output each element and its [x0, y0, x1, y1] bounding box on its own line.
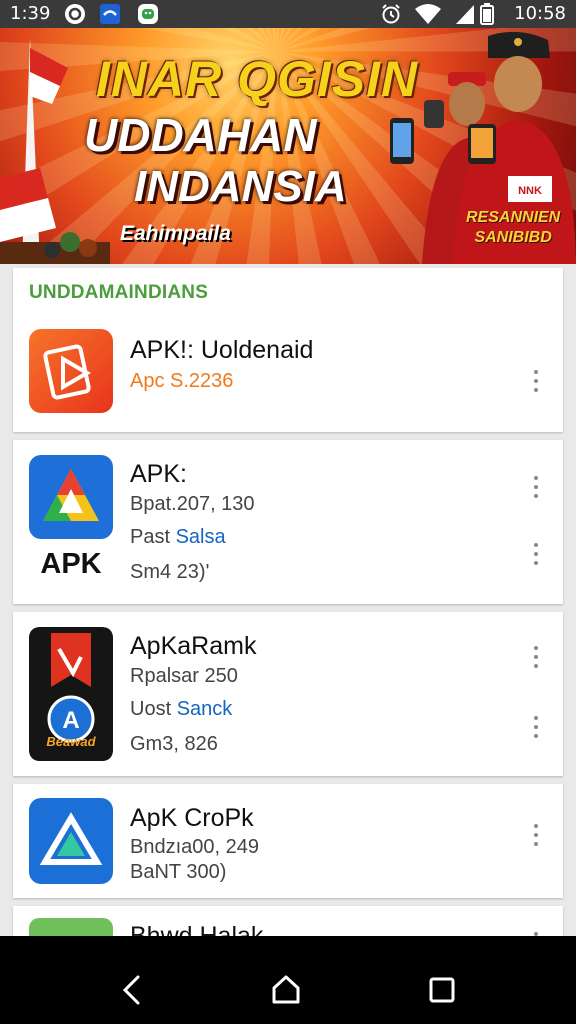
banner-side-line-2: SANIBIBD: [474, 229, 552, 246]
status-clock-right: 10:58: [514, 3, 566, 24]
back-icon[interactable]: [118, 974, 146, 1006]
more-options-icon[interactable]: [533, 716, 539, 740]
blue-triangle-icon: [29, 798, 113, 884]
navigation-bar: [0, 936, 576, 1024]
sync-icon: [65, 4, 85, 24]
publisher-link[interactable]: Salsa: [176, 526, 226, 548]
publisher-prefix: Uost: [130, 698, 172, 720]
app-name: ApK CroPk: [130, 804, 254, 832]
banner-title-3: INDANSIA: [134, 162, 347, 211]
more-options-icon[interactable]: [533, 370, 539, 394]
banner-title-1: INAR QGISIN: [96, 51, 419, 107]
publisher-link[interactable]: Sanck: [177, 698, 233, 720]
publisher-prefix: Past: [130, 526, 171, 548]
app-meta: Bndzıa00, 249: [130, 836, 259, 858]
more-options-icon[interactable]: [533, 824, 539, 848]
app-item-2[interactable]: APK APK: Bpat.207, 130 Past Salsa Sm4 23…: [13, 440, 563, 604]
app-name: APK!: Uoldenaid: [130, 336, 314, 364]
banner-subtitle: Eahimpaila: [120, 222, 231, 245]
banner-side-text: RESANNIEN SANIBIBD: [466, 208, 560, 248]
app-name: APK:: [130, 460, 187, 488]
app-size: Sm4 23)': [130, 561, 210, 583]
shirt-tag: NNK: [518, 185, 542, 197]
svg-text:A: A: [62, 707, 79, 734]
play-card-icon: [29, 329, 113, 413]
section-card: UNDDAMAINDIANS APK!: Uoldenaid Apc S.223…: [13, 268, 563, 432]
status-bar: 1:39 10:58: [0, 0, 576, 28]
promo-banner[interactable]: NNK INAR QGISIN UDDAHAN INDANSIA Eahimpa…: [0, 28, 576, 264]
section-title: UNDDAMAINDIANS: [29, 282, 209, 303]
app-size: BaNT 300): [130, 861, 227, 883]
banner-title-2: UDDAHAN: [84, 109, 317, 161]
app-item-3[interactable]: A Beawad ApKaRamk Rpalsar 250 Uost Sanck…: [13, 612, 563, 776]
app-meta: Bpat.207, 130: [130, 493, 255, 515]
banner-side-line-1: RESANNIEN: [466, 209, 561, 226]
app-publisher: Past Salsa: [130, 526, 226, 549]
battery-icon: [480, 3, 494, 25]
app-item-1[interactable]: APK!: Uoldenaid Apc S.2236: [13, 316, 563, 428]
app-size: Gm3, 826: [130, 733, 218, 755]
home-icon[interactable]: [270, 974, 302, 1006]
app-item-4[interactable]: ApK CroPk Bndzıa00, 249 BaNT 300): [13, 784, 563, 898]
alarm-icon: [382, 4, 400, 24]
message-icon: [100, 4, 120, 24]
app-publisher: Uost Sanck: [130, 698, 232, 721]
app-meta: Apc S.2236: [130, 370, 234, 392]
signal-icon: [456, 5, 474, 24]
triangle-logo-icon: [29, 455, 113, 539]
android-icon: [138, 4, 158, 24]
status-time: 1:39: [10, 3, 51, 24]
icon-caption: APK: [40, 548, 102, 580]
app-meta: Rpalsar 250: [130, 665, 238, 687]
more-options-icon[interactable]: [533, 476, 539, 500]
more-options-icon[interactable]: [533, 543, 539, 567]
recents-icon[interactable]: [428, 976, 456, 1004]
more-options-icon[interactable]: [533, 646, 539, 670]
app-name: ApKaRamk: [130, 632, 257, 660]
wifi-icon: [415, 4, 441, 24]
icon-caption: Beawad: [46, 734, 96, 749]
